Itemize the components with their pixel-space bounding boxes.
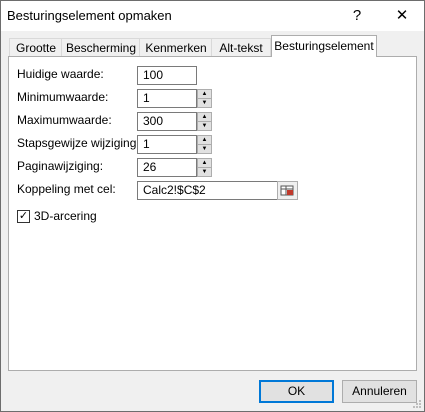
spin-up-icon[interactable]: ▲ (198, 90, 211, 99)
page-change-spinner[interactable]: ▲ ▼ (197, 158, 212, 177)
minimum-value-spinner[interactable]: ▲ ▼ (197, 89, 212, 108)
spin-down-icon[interactable]: ▼ (198, 168, 211, 176)
shading-3d-label: 3D-arcering (34, 209, 97, 223)
minimum-value-input[interactable]: 1 (137, 89, 197, 108)
range-select-icon (280, 185, 294, 196)
tab-alt-tekst[interactable]: Alt-tekst (211, 38, 271, 57)
shading-3d-checkbox[interactable]: ✓ (17, 210, 30, 223)
tab-grootte[interactable]: Grootte (9, 38, 63, 57)
tab-strip: Grootte Bescherming Kenmerken Alt-tekst … (1, 31, 424, 57)
spin-up-icon[interactable]: ▲ (198, 136, 211, 145)
increment-label: Stapsgewijze wijziging: (17, 136, 140, 150)
tab-bescherming[interactable]: Bescherming (61, 38, 141, 57)
maximum-value-input[interactable]: 300 (137, 112, 197, 131)
help-button[interactable]: ? (337, 1, 377, 31)
tab-kenmerken[interactable]: Kenmerken (139, 38, 213, 57)
increment-input[interactable]: 1 (137, 135, 197, 154)
title-bar: Besturingselement opmaken ? ✕ (1, 1, 424, 31)
spin-up-icon[interactable]: ▲ (198, 113, 211, 122)
current-value-label: Huidige waarde: (17, 67, 104, 81)
maximum-value-label: Maximumwaarde: (17, 113, 112, 127)
collapse-dialog-button[interactable] (277, 181, 298, 200)
cell-link-label: Koppeling met cel: (17, 182, 116, 196)
format-control-dialog: Besturingselement opmaken ? ✕ Grootte Be… (0, 0, 425, 412)
minimum-value-label: Minimumwaarde: (17, 90, 109, 104)
control-tab-panel: Huidige waarde: 100 Minimumwaarde: 1 ▲ ▼… (8, 56, 417, 371)
resize-grip-icon[interactable] (412, 399, 422, 409)
spin-down-icon[interactable]: ▼ (198, 145, 211, 153)
cancel-button[interactable]: Annuleren (342, 380, 417, 403)
page-change-input[interactable]: 26 (137, 158, 197, 177)
increment-spinner[interactable]: ▲ ▼ (197, 135, 212, 154)
ok-button[interactable]: OK (259, 380, 334, 403)
spin-up-icon[interactable]: ▲ (198, 159, 211, 168)
dialog-title: Besturingselement opmaken (7, 8, 172, 23)
spin-down-icon[interactable]: ▼ (198, 122, 211, 130)
current-value-input[interactable]: 100 (137, 66, 197, 85)
close-button[interactable]: ✕ (382, 1, 422, 31)
spin-down-icon[interactable]: ▼ (198, 99, 211, 107)
tab-besturingselement[interactable]: Besturingselement (271, 35, 377, 57)
page-change-label: Paginawijziging: (17, 159, 104, 173)
cell-link-input[interactable]: Calc2!$C$2 (137, 181, 278, 200)
maximum-value-spinner[interactable]: ▲ ▼ (197, 112, 212, 131)
